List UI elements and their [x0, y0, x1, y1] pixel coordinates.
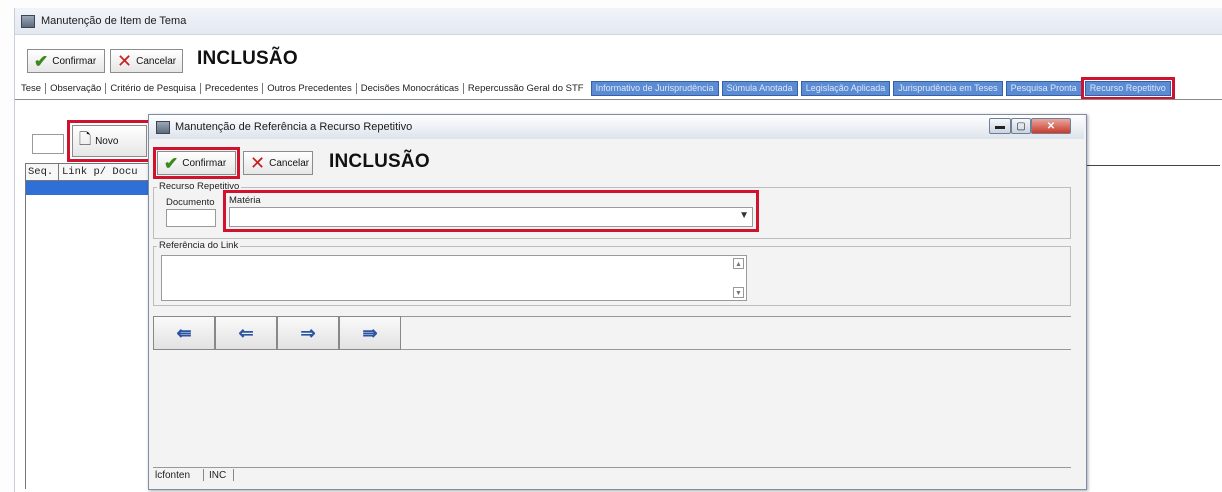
cancel-button[interactable]: ✕ Cancelar — [110, 49, 183, 73]
materia-select[interactable]: ▼ — [229, 207, 753, 227]
main-window-titlebar: Manutenção de Item de Tema — [15, 8, 1222, 35]
mode-heading: INCLUSÃO — [197, 48, 298, 69]
dialog-cancel-button[interactable]: ✕ Cancelar — [243, 151, 313, 175]
dialog-confirm-button[interactable]: ✔ Confirmar — [157, 151, 236, 175]
scroll-up-icon[interactable]: ▲ — [733, 258, 744, 269]
status-cell-mode: INC — [209, 470, 227, 481]
maximize-icon[interactable]: ▢ — [1011, 118, 1031, 134]
confirm-button-label: Confirmar — [52, 55, 97, 67]
sequence-field[interactable] — [32, 134, 64, 154]
dialog-confirm-label: Confirmar — [182, 157, 227, 169]
materia-label: Matéria — [229, 195, 261, 206]
new-button[interactable]: 🗋 Novo — [72, 125, 147, 157]
new-document-icon: 🗋 — [79, 130, 92, 148]
documento-field[interactable] — [166, 209, 216, 227]
tab-observacao[interactable]: Observação — [46, 83, 107, 94]
main-window-title: Manutenção de Item de Tema — [41, 15, 187, 27]
tab-sumula-anotada[interactable]: Súmula Anotada — [721, 81, 798, 96]
app-icon — [21, 15, 35, 28]
grid-header-sep — [58, 164, 59, 180]
tab-legislacao-aplicada[interactable]: Legislação Aplicada — [800, 81, 891, 96]
tab-decisoes-monocraticas[interactable]: Decisões Monocráticas — [357, 83, 464, 94]
referencia-link-textarea[interactable] — [161, 255, 747, 301]
checkmark-icon: ✔ — [164, 153, 179, 173]
cancel-button-label: Cancelar — [136, 55, 177, 67]
tab-pesquisa-pronta[interactable]: Pesquisa Pronta — [1005, 81, 1082, 96]
nav-next-icon[interactable]: ⇒ — [277, 316, 339, 350]
grid-header-link: Link p/ Docu — [62, 166, 138, 178]
documento-label: Documento — [166, 197, 215, 208]
referencia-link-legend: Referência do Link — [157, 240, 241, 251]
tab-repercussao-geral[interactable]: Repercussão Geral do STF — [464, 83, 588, 94]
grid-header: Seq. Link p/ Docu — [25, 163, 165, 181]
tab-outros-precedentes[interactable]: Outros Precedentes — [263, 83, 357, 94]
checkmark-icon: ✔ — [34, 51, 49, 71]
dialog-titlebar: Manutenção de Referência a Recurso Repet… — [149, 115, 1084, 139]
grid-selected-row[interactable] — [25, 181, 165, 195]
close-icon: ✕ — [250, 153, 266, 173]
tab-criterio-pesquisa[interactable]: Critério de Pesquisa — [106, 83, 201, 94]
dialog-mode-heading: INCLUSÃO — [329, 151, 430, 172]
minimize-icon[interactable]: ▬ — [989, 118, 1011, 134]
tab-informativo[interactable]: Informativo de Jurisprudência — [590, 81, 719, 96]
confirm-button[interactable]: ✔ Confirmar — [27, 49, 105, 73]
chevron-down-icon[interactable]: ▼ — [739, 210, 749, 221]
nav-previous-icon[interactable]: ⇐ — [215, 316, 277, 350]
grid-left-border — [25, 181, 26, 489]
new-button-label: Novo — [95, 135, 119, 147]
tab-tese[interactable]: Tese — [17, 83, 47, 94]
status-cell-user: lcfonten — [155, 470, 191, 481]
tab-precedentes[interactable]: Precedentes — [201, 83, 264, 94]
status-sep-2 — [233, 469, 234, 481]
scroll-down-icon[interactable]: ▼ — [733, 287, 744, 298]
status-sep-1 — [203, 469, 204, 481]
right-panel-line — [1086, 165, 1220, 166]
close-icon: ✕ — [117, 51, 133, 71]
dialog-title: Manutenção de Referência a Recurso Repet… — [175, 121, 413, 133]
dialog-app-icon — [156, 121, 170, 134]
close-icon[interactable]: ✕ — [1031, 118, 1071, 134]
dialog-cancel-label: Cancelar — [269, 157, 310, 169]
tab-divider — [15, 99, 1222, 100]
recurso-repetitivo-dialog: Manutenção de Referência a Recurso Repet… — [148, 114, 1087, 490]
tab-jurisprudencia-teses[interactable]: Jurisprudência em Teses — [893, 81, 1003, 96]
nav-first-icon[interactable]: ⇚ — [153, 316, 215, 350]
status-bar: lcfonten INC — [153, 467, 1071, 482]
tab-strip: Tese Observação Critério de Pesquisa Pre… — [17, 77, 1221, 100]
nav-last-icon[interactable]: ⇛ — [339, 316, 401, 350]
tab-recurso-repetitivo[interactable]: Recurso Repetitivo — [1080, 77, 1175, 100]
grid-header-seq: Seq. — [28, 166, 54, 178]
